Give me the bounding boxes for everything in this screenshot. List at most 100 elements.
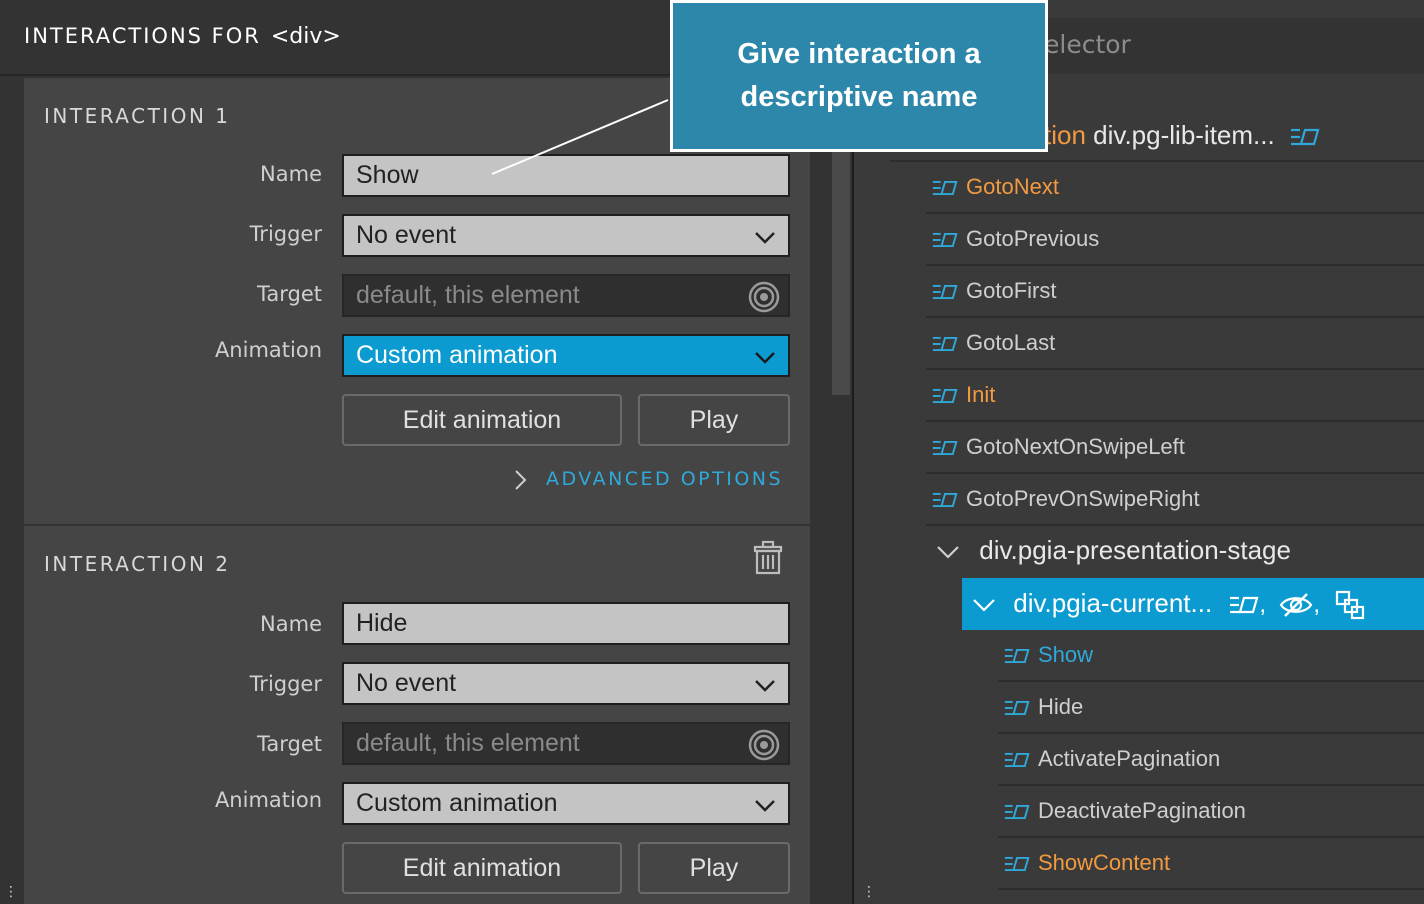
- animation-select-value: Custom animation: [356, 789, 558, 817]
- tree-action-label: GotoNext: [966, 174, 1059, 199]
- name-input[interactable]: Hide: [342, 602, 790, 645]
- target-pick-icon[interactable]: [748, 729, 780, 761]
- advanced-options-toggle[interactable]: ADVANCED OPTIONS: [514, 468, 783, 490]
- chevron-down-icon: [755, 352, 775, 364]
- app-root: INTERACTIONS FOR <div> INTERACTION 1 Name…: [0, 0, 1424, 904]
- animation-label: Animation: [214, 788, 322, 812]
- selector-input[interactable]: elector: [1044, 18, 1424, 74]
- tree-node-stage[interactable]: div.pgia-presentation-stage: [926, 526, 1424, 576]
- trigger-select-value: No event: [356, 669, 457, 697]
- chevron-down-icon: [755, 800, 775, 812]
- trigger-label: Trigger: [249, 222, 322, 246]
- action-list-icon: [1004, 805, 1030, 820]
- trigger-select[interactable]: No event: [342, 214, 790, 257]
- tree-root-name: div.pg-lib-item...: [1093, 120, 1275, 150]
- tree-action-row[interactable]: GotoFirst: [926, 266, 1424, 318]
- tree-action-label: Init: [966, 382, 996, 407]
- tree-action-row[interactable]: DeactivatePagination: [998, 786, 1424, 838]
- target-pick-icon[interactable]: [748, 281, 780, 313]
- callout-line-1: Give interaction a: [737, 38, 981, 70]
- action-list-icon: [932, 285, 958, 300]
- interaction-heading: INTERACTION 1: [44, 104, 231, 128]
- tree-action-row[interactable]: GotoNextOnSwipeLeft: [926, 422, 1424, 474]
- action-list-icon: [932, 441, 958, 456]
- edit-animation-button[interactable]: Edit animation: [342, 394, 622, 446]
- resize-handle-icon[interactable]: ⋮: [4, 884, 18, 900]
- tree-action-label: GotoLast: [966, 330, 1056, 355]
- animation-select[interactable]: Custom animation: [342, 782, 790, 825]
- action-list-icon: [932, 233, 958, 248]
- tree-action-label: GotoFirst: [966, 278, 1057, 303]
- action-list-icon: [1290, 129, 1320, 146]
- action-list-icon: [1230, 597, 1259, 614]
- callout-line-2: descriptive name: [740, 81, 978, 113]
- panel-title: INTERACTIONS FOR <div>: [24, 24, 341, 49]
- interaction-heading: INTERACTION 2: [44, 552, 231, 576]
- tree-action-row[interactable]: GotoPrevOnSwipeRight: [926, 474, 1424, 526]
- animation-select[interactable]: Custom animation: [342, 334, 790, 377]
- tree-action-row[interactable]: Hide: [998, 682, 1424, 734]
- trigger-select[interactable]: No event: [342, 662, 790, 705]
- action-list-icon: [932, 181, 958, 196]
- action-list-icon: [932, 337, 958, 352]
- name-input-value: Hide: [356, 609, 408, 637]
- animation-label: Animation: [214, 338, 322, 362]
- trigger-label: Trigger: [249, 672, 322, 696]
- action-list-icon: [1004, 701, 1030, 716]
- target-label: Target: [257, 282, 322, 306]
- name-label: Name: [260, 162, 322, 186]
- panel-edge: [0, 76, 24, 904]
- action-list-icon: [932, 389, 958, 404]
- action-list-icon: [932, 493, 958, 508]
- name-input[interactable]: Show: [342, 154, 790, 197]
- target-input[interactable]: default, this element: [342, 722, 790, 765]
- tree-root-prefix: tion: [1044, 120, 1086, 150]
- tree-action-row[interactable]: GotoPrevious: [926, 214, 1424, 266]
- tree-action-row[interactable]: Init: [926, 370, 1424, 422]
- tree-action-row[interactable]: ShowContent: [998, 838, 1424, 890]
- selector-placeholder: elector: [1044, 30, 1131, 59]
- action-list-icon: [1004, 753, 1030, 768]
- chevron-down-icon: [755, 232, 775, 244]
- name-label: Name: [260, 612, 322, 636]
- chevron-right-icon: [515, 470, 527, 490]
- tree-node-label: div.pgia-current...: [1013, 588, 1213, 618]
- tree-action-row[interactable]: ActivatePagination: [998, 734, 1424, 786]
- panel-title-tag: <div>: [270, 24, 341, 49]
- trash-icon[interactable]: [750, 540, 786, 576]
- edit-animation-button[interactable]: Edit animation: [342, 842, 622, 894]
- target-input[interactable]: default, this element: [342, 274, 790, 317]
- tree-action-label: DeactivatePagination: [1038, 798, 1246, 823]
- action-list-icon: [1004, 857, 1030, 872]
- component-icon: [1336, 591, 1365, 620]
- tree-action-row[interactable]: Show: [998, 630, 1424, 682]
- chevron-down-icon[interactable]: [972, 597, 996, 613]
- tree-action-label: GotoPrevious: [966, 226, 1100, 251]
- chevron-down-icon: [755, 680, 775, 692]
- chevron-down-icon[interactable]: [936, 544, 960, 560]
- tree-action-label: Hide: [1038, 694, 1084, 719]
- tree-action-label: GotoPrevOnSwipeRight: [966, 486, 1200, 511]
- tree-action-label: Show: [1038, 642, 1094, 667]
- advanced-options-label: ADVANCED OPTIONS: [546, 468, 784, 490]
- tree-node-label: div.pgia-presentation-stage: [979, 535, 1291, 565]
- name-input-value: Show: [356, 161, 419, 189]
- resize-handle-icon[interactable]: ⋮: [862, 884, 876, 900]
- target-placeholder: default, this element: [356, 281, 580, 309]
- hidden-eye-icon: [1279, 593, 1313, 617]
- play-button[interactable]: Play: [638, 394, 790, 446]
- interaction-card-2: INTERACTION 2 Name Hide Trigger No event…: [24, 526, 810, 904]
- tooltip-callout: Give interaction a descriptive name: [670, 0, 1048, 152]
- tree-action-label: ShowContent: [1038, 850, 1171, 875]
- panel-title-text: INTERACTIONS FOR: [24, 24, 261, 48]
- scrollbar-thumb[interactable]: [832, 120, 850, 395]
- play-button[interactable]: Play: [638, 842, 790, 894]
- animation-select-value: Custom animation: [356, 341, 558, 369]
- tree-action-row[interactable]: GotoNext: [926, 162, 1424, 214]
- tree-node-current-selected[interactable]: div.pgia-current... , ,: [962, 578, 1424, 630]
- tree-action-label: GotoNextOnSwipeLeft: [966, 434, 1185, 459]
- tree-action-row[interactable]: GotoLast: [926, 318, 1424, 370]
- target-label: Target: [257, 732, 322, 756]
- action-list-icon: [1004, 649, 1030, 664]
- tree-action-label: ActivatePagination: [1038, 746, 1221, 771]
